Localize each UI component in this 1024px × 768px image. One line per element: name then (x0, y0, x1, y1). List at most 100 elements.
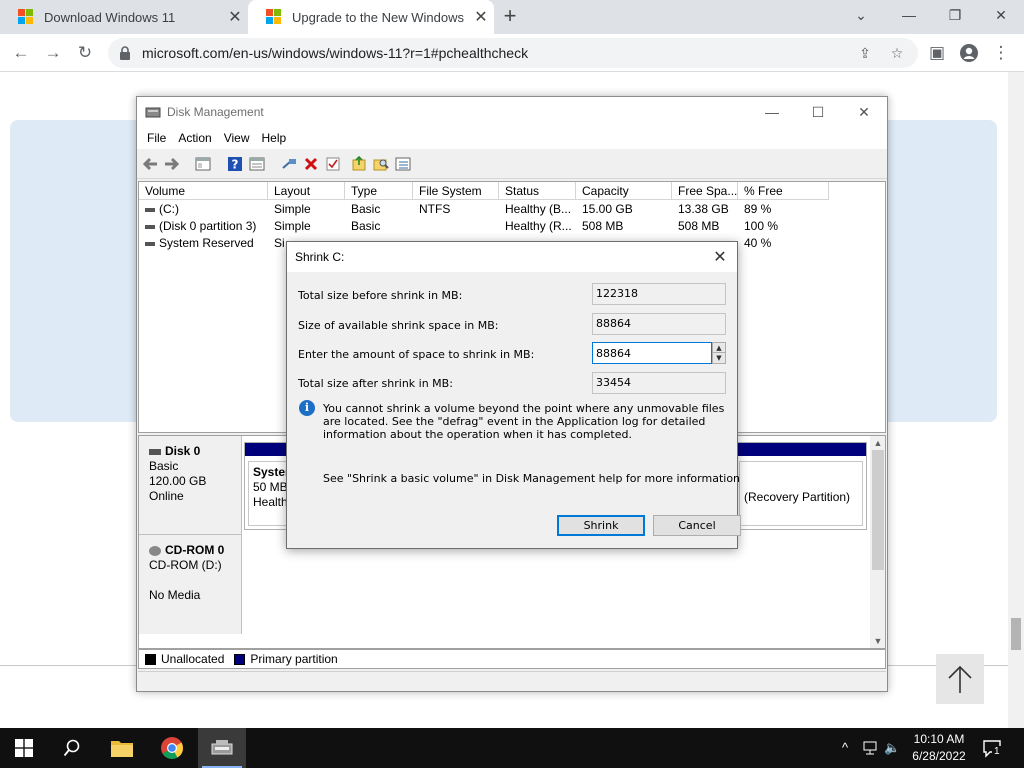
share-icon[interactable]: ⇪ (854, 42, 876, 64)
export-icon[interactable] (351, 156, 367, 172)
total-after-label: Total size after shrink in MB: (298, 377, 453, 390)
dialog-close-button[interactable]: ✕ (703, 242, 737, 272)
column-capacity[interactable]: Capacity (576, 182, 672, 200)
dialog-titlebar[interactable]: Shrink C: ✕ (287, 242, 737, 272)
clock-time: 10:10 AM (913, 732, 965, 746)
disk-management-titlebar[interactable]: Disk Management — ☐ ✕ (137, 97, 887, 127)
bookmark-star-icon[interactable]: ☆ (886, 42, 908, 64)
tab-upgrade-windows-11[interactable]: Upgrade to the New Windows 11 ✕ (248, 0, 494, 34)
disk-state: Online (149, 489, 184, 503)
volume-icon[interactable]: 🔈 (884, 740, 900, 756)
cell-file-system: NTFS (419, 202, 451, 216)
legend: Unallocated Primary partition (138, 649, 886, 669)
cdrom-icon (149, 545, 161, 556)
cell-capacity: 15.00 GB (582, 202, 633, 216)
disk-management-taskbar-button[interactable] (198, 728, 246, 768)
column-volume[interactable]: Volume (139, 182, 268, 200)
browser-tabstrip: Download Windows 11 ✕ Upgrade to the New… (0, 0, 1024, 34)
reload-button[interactable]: ↻ (72, 40, 98, 66)
column-layout[interactable]: Layout (268, 182, 345, 200)
delete-icon[interactable] (303, 156, 319, 172)
help-link-text[interactable]: See "Shrink a basic volume" in Disk Mana… (323, 472, 740, 485)
partition-recovery[interactable]: (Recovery Partition) (735, 442, 867, 530)
scrollbar-thumb[interactable] (872, 450, 884, 570)
disk-area-scrollbar[interactable]: ▲ ▼ (870, 436, 885, 648)
tray-chevron-up-icon[interactable]: ^ (842, 740, 848, 755)
check-icon[interactable] (325, 156, 341, 172)
cell-percent-free: 89 % (744, 202, 772, 216)
page-scrollbar[interactable] (1008, 72, 1024, 728)
search-button[interactable] (48, 728, 96, 768)
cdrom-0-label[interactable]: CD-ROM 0 CD-ROM (D:) No Media (139, 534, 242, 634)
details-view-icon[interactable] (395, 156, 411, 172)
menu-help[interactable]: Help (256, 127, 293, 149)
scroll-down-icon[interactable]: ▼ (870, 634, 885, 648)
scrollbar-thumb[interactable] (1011, 618, 1021, 650)
start-button[interactable] (0, 728, 48, 768)
status-bar (138, 671, 886, 691)
back-arrow-icon[interactable] (143, 156, 159, 172)
column-type[interactable]: Type (345, 182, 413, 200)
chrome-button[interactable] (148, 728, 196, 768)
file-explorer-button[interactable] (98, 728, 146, 768)
search-icon (63, 739, 80, 757)
forward-button[interactable]: → (40, 40, 66, 66)
minimize-button[interactable]: — (886, 0, 932, 30)
legend-unallocated: Unallocated (161, 652, 225, 666)
tab-close-icon[interactable]: ✕ (222, 7, 248, 27)
menu-action[interactable]: Action (172, 127, 217, 149)
minimize-button[interactable]: — (749, 97, 795, 127)
tab-download-windows-11[interactable]: Download Windows 11 ✕ (0, 0, 248, 34)
total-after-field: 33454 (592, 372, 726, 394)
table-row[interactable]: (C:) Simple Basic NTFS Healthy (B... 15.… (139, 201, 829, 218)
menu-kebab-icon[interactable]: ⋮ (988, 40, 1014, 66)
disk-state: No Media (149, 588, 201, 602)
cell-status: Healthy (R... (505, 219, 572, 233)
dialog-title: Shrink C: (295, 250, 345, 264)
notification-center-icon[interactable]: 1 (982, 738, 1002, 758)
back-to-top-button[interactable] (936, 654, 984, 704)
side-panel-icon[interactable]: ▣ (924, 40, 950, 66)
column-status[interactable]: Status (499, 182, 576, 200)
properties-icon[interactable] (249, 156, 265, 172)
disk-management-icon (145, 107, 161, 118)
stepper-down-icon[interactable]: ▼ (713, 353, 725, 363)
table-row[interactable]: (Disk 0 partition 3) Simple Basic Health… (139, 218, 829, 235)
profile-avatar-icon[interactable] (956, 40, 982, 66)
menu-file[interactable]: File (141, 127, 172, 149)
tab-close-icon[interactable]: ✕ (468, 7, 494, 27)
restore-button[interactable]: ❐ (932, 0, 978, 30)
shrink-button[interactable]: Shrink (557, 515, 645, 536)
column-free-space[interactable]: Free Spa... (672, 182, 738, 200)
disk-name: Disk 0 (165, 444, 201, 458)
back-button[interactable]: ← (8, 40, 34, 66)
cell-type: Basic (351, 219, 381, 233)
cancel-button[interactable]: Cancel (653, 515, 741, 536)
maximize-button[interactable]: ☐ (795, 97, 841, 127)
system-clock[interactable]: 10:10 AM 6/28/2022 (900, 731, 978, 765)
new-tab-button[interactable]: + (498, 4, 522, 28)
column-percent-free[interactable]: % Free (738, 182, 829, 200)
console-tree-icon[interactable] (195, 156, 211, 172)
column-file-system[interactable]: File System (413, 182, 499, 200)
forward-arrow-icon[interactable] (163, 156, 179, 172)
shrink-amount-input[interactable] (592, 342, 712, 364)
menu-view[interactable]: View (218, 127, 256, 149)
volume-list-header: Volume Layout Type File System Status Ca… (139, 182, 829, 200)
tab-title: Download Windows 11 (44, 9, 176, 25)
close-window-button[interactable]: ✕ (841, 97, 887, 127)
shrink-amount-stepper[interactable]: ▲ ▼ (712, 342, 726, 364)
search-folder-icon[interactable] (373, 156, 389, 172)
cell-layout: Simple (274, 219, 311, 233)
disk-0-label[interactable]: Disk 0 Basic 120.00 GB Online (139, 436, 242, 534)
close-window-button[interactable]: ✕ (978, 0, 1024, 30)
help-icon[interactable]: ? (227, 156, 243, 172)
stepper-up-icon[interactable]: ▲ (713, 343, 725, 353)
network-icon[interactable] (862, 740, 878, 759)
disk-icon (149, 448, 161, 455)
address-bar[interactable]: microsoft.com/en-us/windows/windows-11?r… (108, 38, 918, 68)
connect-icon[interactable] (281, 156, 297, 172)
tab-search-icon[interactable]: ⌄ (838, 0, 884, 30)
scroll-up-icon[interactable]: ▲ (870, 436, 885, 450)
info-icon: i (299, 400, 315, 416)
